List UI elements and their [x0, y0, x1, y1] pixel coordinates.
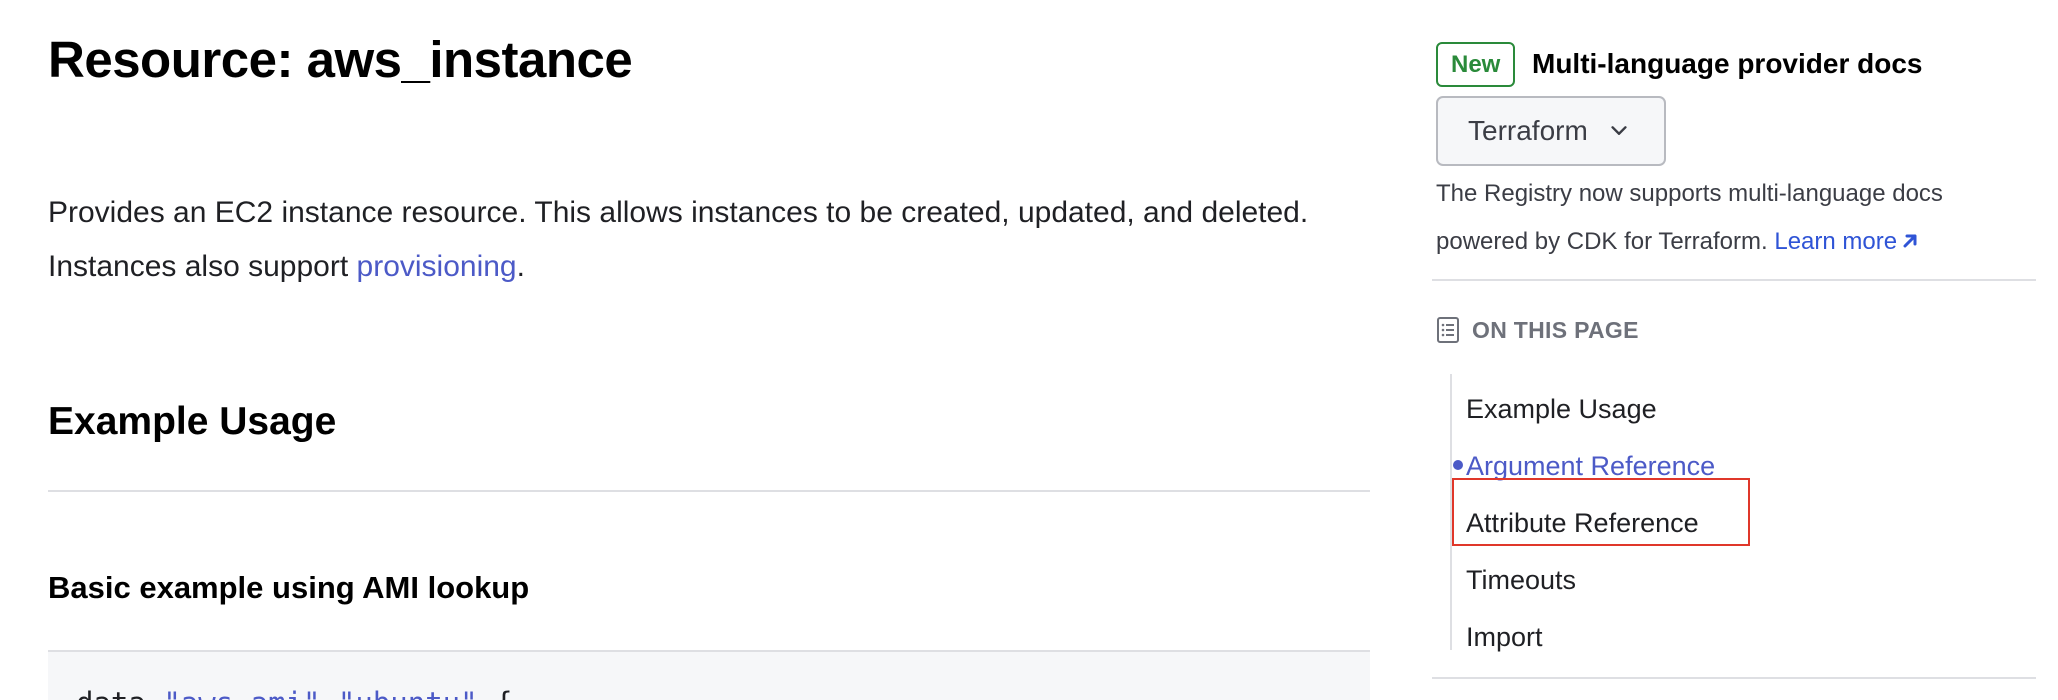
learn-more-label: Learn more: [1774, 228, 1898, 255]
page-title: Resource: aws_instance: [48, 31, 633, 88]
toc-item-import[interactable]: Import: [1466, 613, 1543, 661]
subsection-title: Basic example using AMI lookup: [48, 570, 530, 605]
sidebar-divider-bottom: [1432, 677, 2036, 679]
sidebar-divider: [1432, 279, 2036, 281]
active-indicator-dot: [1453, 460, 1463, 470]
code-brace: {: [478, 686, 512, 700]
table-of-contents: Example Usage Argument Reference Attribu…: [1450, 374, 1870, 652]
toc-item-example-usage[interactable]: Example Usage: [1466, 385, 1657, 433]
intro-text: Provides an EC2 instance resource. This …: [48, 196, 1309, 283]
provisioning-link[interactable]: provisioning: [357, 250, 517, 283]
toc-item-argument-reference[interactable]: Argument Reference: [1453, 442, 1716, 490]
on-this-page-label: ON THIS PAGE: [1472, 316, 1639, 343]
section-title-example-usage: Example Usage: [48, 400, 337, 443]
chevron-down-icon: [1611, 126, 1627, 135]
toc-item-label: Argument Reference: [1466, 451, 1716, 481]
intro-end: .: [516, 250, 525, 283]
external-link-icon: [1903, 234, 1917, 248]
code-block[interactable]: data "aws_ami" "ubuntu" {: [48, 650, 1370, 700]
docs-page: Resource: aws_instance Provides an EC2 i…: [0, 0, 2058, 700]
multi-language-description: The Registry now supports multi-language…: [1436, 170, 1996, 266]
code-string-1: "aws_ami": [163, 686, 320, 700]
code-keyword: data: [76, 686, 163, 700]
new-badge: New: [1436, 42, 1516, 87]
language-select-value: Terraform: [1468, 115, 1588, 146]
language-select[interactable]: Terraform: [1436, 96, 1666, 166]
multi-language-heading: Multi-language provider docs: [1532, 48, 1923, 79]
page-list-icon: [1437, 317, 1459, 343]
intro-paragraph: Provides an EC2 instance resource. This …: [48, 186, 1378, 294]
learn-more-link[interactable]: Learn more: [1774, 228, 1919, 255]
code-string-2: "ubuntu": [338, 686, 478, 700]
toc-item-attribute-reference[interactable]: Attribute Reference: [1466, 499, 1699, 547]
toc-item-timeouts[interactable]: Timeouts: [1466, 556, 1576, 604]
section-divider: [48, 490, 1370, 492]
on-this-page-header: ON THIS PAGE: [1436, 316, 1639, 344]
